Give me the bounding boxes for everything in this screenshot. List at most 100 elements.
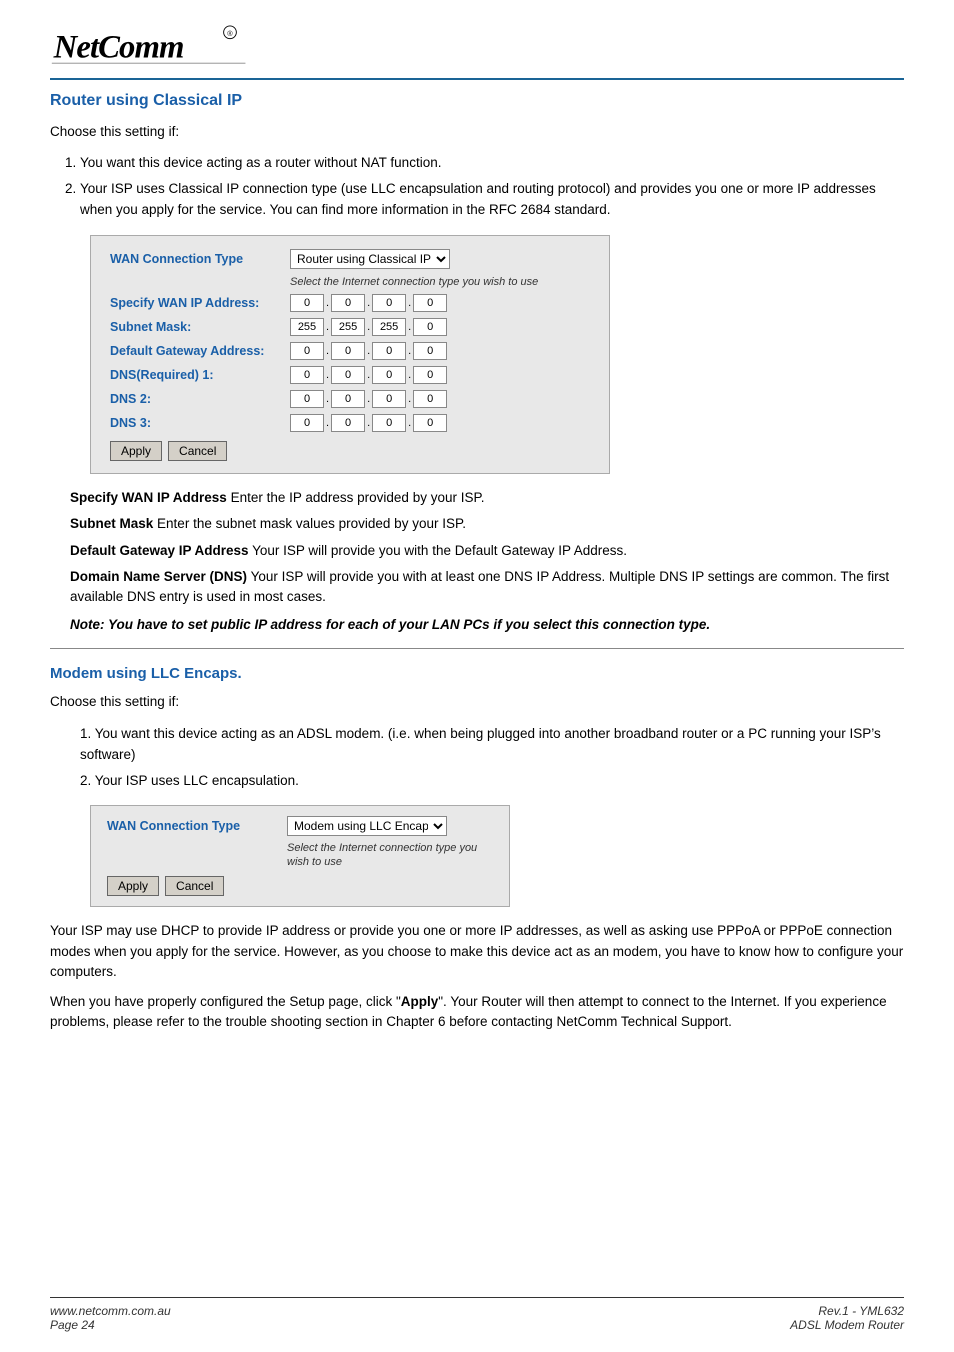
wan-type-select[interactable]: Router using Classical IP xyxy=(290,249,450,269)
desc-dns-term: Domain Name Server (DNS) xyxy=(70,569,247,584)
desc-dns: Domain Name Server (DNS) Your ISP will p… xyxy=(70,567,904,608)
netcomm-logo: NetComm ® xyxy=(50,20,250,70)
dns3-field: . . . xyxy=(290,414,590,432)
dns3-label: DNS 3: xyxy=(106,411,286,435)
ip-dot-3: . xyxy=(408,297,411,309)
gateway-octet-4[interactable] xyxy=(413,342,447,360)
gateway-octet-1[interactable] xyxy=(290,342,324,360)
gateway-inputs: . . . xyxy=(286,339,594,363)
subnet-label: Subnet Mask: xyxy=(106,315,286,339)
ip-dot-1: . xyxy=(326,297,329,309)
note1: Note: You have to set public IP address … xyxy=(70,617,904,632)
apply-button-2[interactable]: Apply xyxy=(107,876,159,896)
wan-ip-inputs: . . . xyxy=(286,291,594,315)
wan-type-select-2[interactable]: Modem using LLC Encaps. xyxy=(287,816,447,836)
wan-ip-label: Specify WAN IP Address: xyxy=(106,291,286,315)
wan-hint-label-2 xyxy=(103,838,283,870)
gw-dot-3: . xyxy=(408,345,411,357)
dns2-octet-1[interactable] xyxy=(290,390,324,408)
desc-wan-ip-term: Specify WAN IP Address xyxy=(70,490,227,505)
wan-form-2: WAN Connection Type Modem using LLC Enca… xyxy=(90,805,510,907)
apply-emphasis: Apply xyxy=(401,994,439,1009)
dns2-octet-2[interactable] xyxy=(331,390,365,408)
dns3-octet-1[interactable] xyxy=(290,414,324,432)
section1-point-1: You want this device acting as a router … xyxy=(80,152,904,174)
dns3-dot-2: . xyxy=(367,417,370,429)
dns1-label: DNS(Required) 1: xyxy=(106,363,286,387)
svg-text:NetComm: NetComm xyxy=(53,30,184,66)
dns3-octet-4[interactable] xyxy=(413,414,447,432)
wan-ip-row: Specify WAN IP Address: . . . xyxy=(106,291,594,315)
section2-point-2: 2. Your ISP uses LLC encapsulation. xyxy=(70,770,904,792)
desc-gateway: Default Gateway IP Address Your ISP will… xyxy=(70,541,904,561)
dns2-dot-1: . xyxy=(326,393,329,405)
wan-hint-text-2: Select the Internet connection type you … xyxy=(283,838,497,870)
body-paragraph-1: Your ISP may use DHCP to provide IP addr… xyxy=(50,921,904,982)
main-content: Router using Classical IP Choose this se… xyxy=(50,92,904,1297)
wan-ip-octet-4[interactable] xyxy=(413,294,447,312)
apply-button-1[interactable]: Apply xyxy=(110,441,162,461)
wan-hint-2: Select the Internet connection type you … xyxy=(287,842,477,868)
dns1-dot-2: . xyxy=(367,369,370,381)
desc-gateway-term: Default Gateway IP Address xyxy=(70,543,249,558)
wan-form-1-table: WAN Connection Type Router using Classic… xyxy=(106,246,594,435)
divider-1 xyxy=(50,648,904,649)
svg-text:®: ® xyxy=(227,29,233,38)
wan-hint: Select the Internet connection type you … xyxy=(290,276,538,288)
dns2-row: DNS 2: . . . xyxy=(106,387,594,411)
wan-type-label-2: WAN Connection Type xyxy=(103,814,283,838)
cancel-button-1[interactable]: Cancel xyxy=(168,441,227,461)
dns1-field: . . . xyxy=(290,366,590,384)
dns1-octet-1[interactable] xyxy=(290,366,324,384)
subnet-octet-2[interactable] xyxy=(331,318,365,336)
section1-intro: Choose this setting if: xyxy=(50,122,904,142)
desc-block-1: Specify WAN IP Address Enter the IP addr… xyxy=(70,488,904,607)
subnet-octet-1[interactable] xyxy=(290,318,324,336)
wan-ip-octet-1[interactable] xyxy=(290,294,324,312)
dns1-dot-3: . xyxy=(408,369,411,381)
gw-dot-1: . xyxy=(326,345,329,357)
subnet-inputs: . . . xyxy=(286,315,594,339)
section2-list: 1. You want this device acting as an ADS… xyxy=(70,723,904,792)
gateway-field: . . . xyxy=(290,342,590,360)
section2-point-1: 1. You want this device acting as an ADS… xyxy=(70,723,904,766)
subnet-dot-3: . xyxy=(408,321,411,333)
dns2-octet-4[interactable] xyxy=(413,390,447,408)
dns1-octet-4[interactable] xyxy=(413,366,447,384)
dns3-dot-3: . xyxy=(408,417,411,429)
subnet-dot-1: . xyxy=(326,321,329,333)
subnet-octet-3[interactable] xyxy=(372,318,406,336)
wan-form-2-table: WAN Connection Type Modem using LLC Enca… xyxy=(103,814,497,870)
wan-hint-row-2: Select the Internet connection type you … xyxy=(103,838,497,870)
header: NetComm ® xyxy=(50,20,904,80)
logo-area: NetComm ® xyxy=(50,20,250,70)
gateway-octet-3[interactable] xyxy=(372,342,406,360)
section1-heading: Router using Classical IP xyxy=(50,92,904,110)
subnet-row: Subnet Mask: . . . xyxy=(106,315,594,339)
cancel-button-2[interactable]: Cancel xyxy=(165,876,224,896)
wan-ip-octet-3[interactable] xyxy=(372,294,406,312)
dns3-inputs: . . . xyxy=(286,411,594,435)
dns1-octet-2[interactable] xyxy=(331,366,365,384)
dns3-octet-3[interactable] xyxy=(372,414,406,432)
desc-wan-ip-desc: Enter the IP address provided by your IS… xyxy=(231,490,485,505)
ip-dot-2: . xyxy=(367,297,370,309)
footer-right: Rev.1 - YML632 ADSL Modem Router xyxy=(790,1304,904,1332)
footer-product: ADSL Modem Router xyxy=(790,1318,904,1332)
dns3-octet-2[interactable] xyxy=(331,414,365,432)
subnet-octet-4[interactable] xyxy=(413,318,447,336)
wan-type-row: WAN Connection Type Router using Classic… xyxy=(106,246,594,271)
subnet-dot-2: . xyxy=(367,321,370,333)
dns2-inputs: . . . xyxy=(286,387,594,411)
wan-dropdown-wrap: Router using Classical IP xyxy=(290,249,590,269)
page-wrapper: NetComm ® Router using Classical IP Choo… xyxy=(0,0,954,1352)
wan-hint-row: Select the Internet connection type you … xyxy=(106,271,594,291)
wan-hint-label xyxy=(106,271,286,291)
wan-ip-octet-2[interactable] xyxy=(331,294,365,312)
dns2-octet-3[interactable] xyxy=(372,390,406,408)
footer-rev: Rev.1 - YML632 xyxy=(790,1304,904,1318)
footer-left: www.netcomm.com.au Page 24 xyxy=(50,1304,171,1332)
dns1-octet-3[interactable] xyxy=(372,366,406,384)
wan-form-1: WAN Connection Type Router using Classic… xyxy=(90,235,610,474)
gateway-octet-2[interactable] xyxy=(331,342,365,360)
